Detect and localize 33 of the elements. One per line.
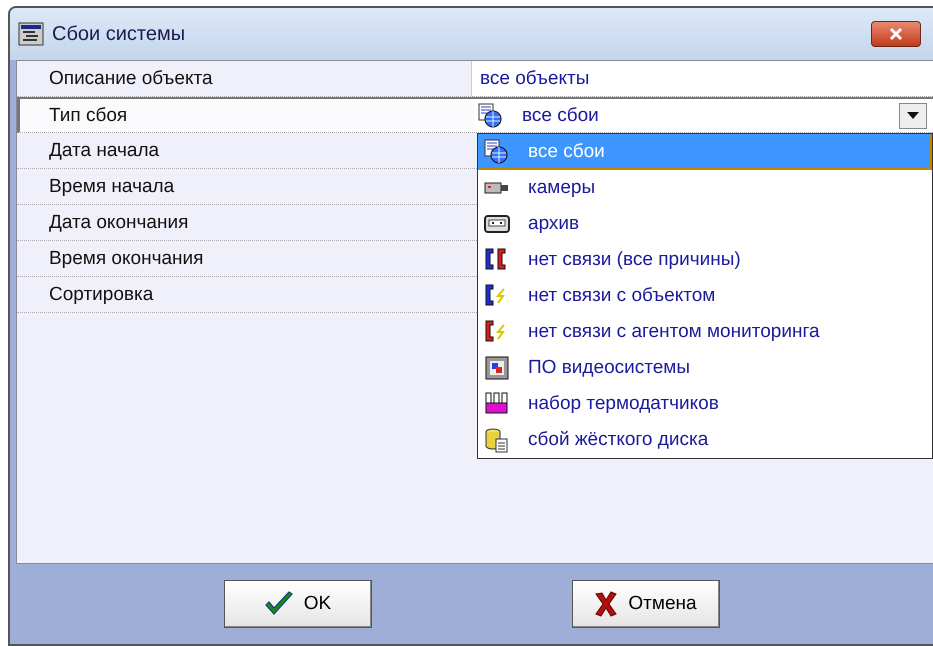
property-label: Дата окончания <box>48 210 190 234</box>
property-label: Время окончания <box>48 246 204 270</box>
ok-button[interactable]: OK <box>224 580 372 628</box>
property-row[interactable]: Тип сбоя все сбои <box>17 97 933 133</box>
dropdown-item[interactable]: камеры <box>478 170 932 206</box>
cancel-button[interactable]: Отмена <box>572 580 720 628</box>
property-label: Дата начала <box>48 138 160 162</box>
caret-icon <box>907 112 919 119</box>
disk-document-icon <box>484 427 510 453</box>
property-label: Время начала <box>48 174 176 198</box>
cross-icon <box>594 591 618 617</box>
dropdown-item[interactable]: нет связи (все причины) <box>478 242 932 278</box>
dropdown-item[interactable]: ПО видеосистемы <box>478 350 932 386</box>
dropdown-item[interactable]: архив <box>478 206 932 242</box>
dropdown-item[interactable]: набор термодатчиков <box>478 386 932 422</box>
checkmark-icon <box>264 591 294 617</box>
property-row[interactable]: Описание объекта все объекты <box>17 61 933 97</box>
dropdown-item[interactable]: сбой жёсткого диска <box>478 422 932 458</box>
property-label: Описание объекта <box>48 66 214 90</box>
close-icon <box>889 27 903 41</box>
close-button[interactable] <box>871 21 921 47</box>
property-value: все объекты <box>471 61 933 96</box>
property-label: Тип сбоя <box>48 104 128 128</box>
window-icon <box>18 22 44 46</box>
dropdown-field[interactable]: все сбои <box>474 99 933 132</box>
film-frame-icon <box>484 355 510 381</box>
window-title: Сбои системы <box>52 22 186 46</box>
document-globe-icon <box>484 139 510 165</box>
dropdown-item[interactable]: нет связи с агентом мониторинга <box>478 314 932 350</box>
property-label: Сортировка <box>48 282 154 306</box>
dropdown-button[interactable] <box>899 102 927 128</box>
document-globe-icon <box>478 102 504 128</box>
dropdown-item[interactable]: нет связи с объектом <box>478 278 932 314</box>
